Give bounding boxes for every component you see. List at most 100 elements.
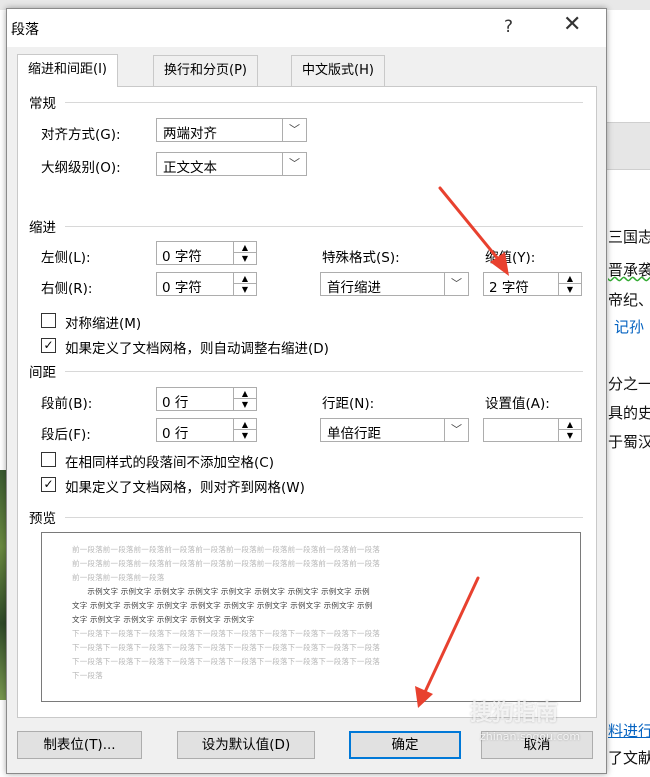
mirror-indent-checkbox[interactable]: [41, 313, 56, 328]
chevron-down-icon[interactable]: ﹀: [282, 153, 306, 175]
spin-down-icon[interactable]: ▼: [234, 253, 256, 264]
section-divider: [65, 371, 583, 372]
no-space-same-style-checkbox[interactable]: [41, 452, 56, 467]
spacing-at-input[interactable]: ▲ ▼: [483, 418, 582, 442]
chevron-down-icon[interactable]: ﹀: [444, 273, 468, 295]
section-preview: 预览: [29, 511, 56, 527]
preview-prev-line: 前一段落前一段落前一段落前一段落前一段落前一段落前一段落前一段落前一段落前一段落: [72, 559, 380, 568]
document-text-line: 于蜀汉: [608, 433, 650, 451]
indent-right-input[interactable]: 0 字符 ▲ ▼: [156, 272, 257, 296]
line-spacing-value: 单倍行距: [327, 426, 381, 442]
spin-buttons[interactable]: ▲ ▼: [558, 419, 581, 441]
preview-next-line: 下一段落下一段落下一段落下一段落下一段落下一段落下一段落下一段落下一段落下一段落: [72, 629, 380, 638]
close-icon[interactable]: ✕: [563, 12, 581, 37]
section-divider: [65, 517, 583, 518]
spin-up-icon[interactable]: ▲: [234, 273, 256, 284]
section-divider: [65, 226, 583, 227]
alignment-select[interactable]: 两端对齐 ﹀: [156, 118, 307, 142]
preview-prev-line: 前一段落前一段落前一段落: [72, 573, 165, 582]
outline-level-select[interactable]: 正文文本 ﹀: [156, 152, 307, 176]
auto-adjust-label[interactable]: 如果定义了文档网格，则自动调整右缩进(D): [65, 337, 329, 357]
outline-level-value: 正文文本: [163, 160, 217, 176]
spacing-before-input[interactable]: 0 行 ▲ ▼: [156, 387, 257, 411]
spin-up-icon[interactable]: ▲: [559, 419, 581, 430]
spacing-at-label: 设置值(A):: [485, 396, 550, 412]
special-format-value: 首行缩进: [327, 280, 381, 296]
alignment-value: 两端对齐: [163, 126, 217, 142]
help-button[interactable]: ?: [504, 17, 513, 37]
document-link-text[interactable]: 料进行: [608, 720, 650, 741]
preview-next-line: 下一段落下一段落下一段落下一段落下一段落下一段落下一段落下一段落下一段落下一段落: [72, 657, 380, 666]
spin-buttons[interactable]: ▲ ▼: [233, 388, 256, 410]
preview-sample-line: 文字 示例文字 示例文字 示例文字 示例文字 示例文字 示例文字 示例文字 示例…: [72, 601, 373, 610]
preview-sample-line: 文字 示例文字 示例文字 示例文字 示例文字 示例文字: [72, 615, 255, 624]
indent-right-label: 右侧(R):: [41, 281, 93, 297]
document-link-text[interactable]: 记孙: [614, 316, 644, 337]
auto-adjust-checkbox[interactable]: ✓: [41, 338, 56, 353]
spacing-before-value: 0 行: [162, 395, 189, 411]
outline-level-label: 大纲级别(O):: [41, 160, 121, 176]
document-text-line: 三国志: [608, 228, 650, 246]
spin-up-icon[interactable]: ▲: [559, 273, 581, 284]
line-spacing-select[interactable]: 单倍行距 ﹀: [320, 418, 469, 442]
spin-down-icon[interactable]: ▼: [559, 430, 581, 441]
spin-up-icon[interactable]: ▲: [234, 419, 256, 430]
document-text-line: 晋承袭: [608, 261, 650, 279]
special-format-select[interactable]: 首行缩进 ﹀: [320, 272, 469, 296]
section-spacing: 间距: [29, 365, 56, 381]
ok-button[interactable]: 确定: [349, 731, 461, 759]
snap-to-grid-checkbox[interactable]: ✓: [41, 477, 56, 492]
indent-left-value: 0 字符: [162, 249, 202, 265]
watermark-url: zhinan.sogou.com: [480, 730, 581, 743]
preview-box: 前一段落前一段落前一段落前一段落前一段落前一段落前一段落前一段落前一段落前一段落…: [41, 532, 581, 702]
special-format-label: 特殊格式(S):: [322, 250, 400, 266]
paragraph-dialog: 段落 ? ✕ 缩进和间距(I) 换行和分页(P) 中文版式(H) 常规 对齐方式…: [6, 8, 607, 774]
spin-up-icon[interactable]: ▲: [234, 388, 256, 399]
document-text-line: 帝纪、: [608, 291, 650, 309]
spin-down-icon[interactable]: ▼: [559, 284, 581, 295]
tab-indent-spacing[interactable]: 缩进和间距(I): [17, 54, 118, 87]
document-text-line: 具的史: [608, 404, 650, 422]
document-ruler-strip: [605, 122, 650, 170]
document-text-line: 分之一: [608, 375, 650, 393]
tabs-button[interactable]: 制表位(T)...: [17, 731, 142, 759]
spacing-after-label: 段后(F):: [41, 427, 91, 443]
spin-buttons[interactable]: ▲ ▼: [233, 273, 256, 295]
section-divider: [65, 102, 583, 103]
set-default-button[interactable]: 设为默认值(D): [177, 731, 315, 759]
preview-next-line: 下一段落下一段落下一段落下一段落下一段落下一段落下一段落下一段落下一段落下一段落: [72, 643, 380, 652]
no-space-same-style-label[interactable]: 在相同样式的段落间不添加空格(C): [65, 451, 274, 471]
dialog-title: 段落: [11, 22, 39, 38]
document-text-line: 了文献: [608, 749, 650, 767]
chevron-down-icon[interactable]: ﹀: [282, 119, 306, 141]
spin-down-icon[interactable]: ▼: [234, 399, 256, 410]
indent-by-label: 缩值(Y):: [485, 250, 536, 266]
tab-line-page-breaks[interactable]: 换行和分页(P): [153, 55, 258, 86]
section-indent: 缩进: [29, 220, 56, 236]
preview-next-line: 下一段落: [72, 671, 103, 680]
spacing-before-label: 段前(B):: [41, 396, 93, 412]
indent-by-value: 2 字符: [489, 280, 529, 296]
preview-prev-line: 前一段落前一段落前一段落前一段落前一段落前一段落前一段落前一段落前一段落前一段落: [72, 545, 380, 554]
spacing-after-input[interactable]: 0 行 ▲ ▼: [156, 418, 257, 442]
spin-buttons[interactable]: ▲ ▼: [558, 273, 581, 295]
indent-by-input[interactable]: 2 字符 ▲ ▼: [483, 272, 582, 296]
alignment-label: 对齐方式(G):: [41, 127, 121, 143]
watermark: 搜狗指南: [470, 701, 559, 726]
indent-left-label: 左侧(L):: [41, 250, 91, 266]
spin-buttons[interactable]: ▲ ▼: [233, 419, 256, 441]
chevron-down-icon[interactable]: ﹀: [444, 419, 468, 441]
line-spacing-label: 行距(N):: [322, 396, 375, 412]
spin-down-icon[interactable]: ▼: [234, 284, 256, 295]
section-general: 常规: [29, 96, 56, 112]
spin-up-icon[interactable]: ▲: [234, 242, 256, 253]
tab-asian-typography[interactable]: 中文版式(H): [291, 55, 385, 86]
spin-down-icon[interactable]: ▼: [234, 430, 256, 441]
snap-to-grid-label[interactable]: 如果定义了文档网格，则对齐到网格(W): [65, 476, 305, 496]
preview-sample-line: 示例文字 示例文字 示例文字 示例文字 示例文字 示例文字 示例文字 示例文字 …: [72, 587, 370, 596]
spin-buttons[interactable]: ▲ ▼: [233, 242, 256, 264]
indent-right-value: 0 字符: [162, 280, 202, 296]
indent-left-input[interactable]: 0 字符 ▲ ▼: [156, 241, 257, 265]
dialog-titlebar: 段落 ? ✕: [7, 9, 606, 47]
mirror-indent-label[interactable]: 对称缩进(M): [65, 312, 141, 332]
